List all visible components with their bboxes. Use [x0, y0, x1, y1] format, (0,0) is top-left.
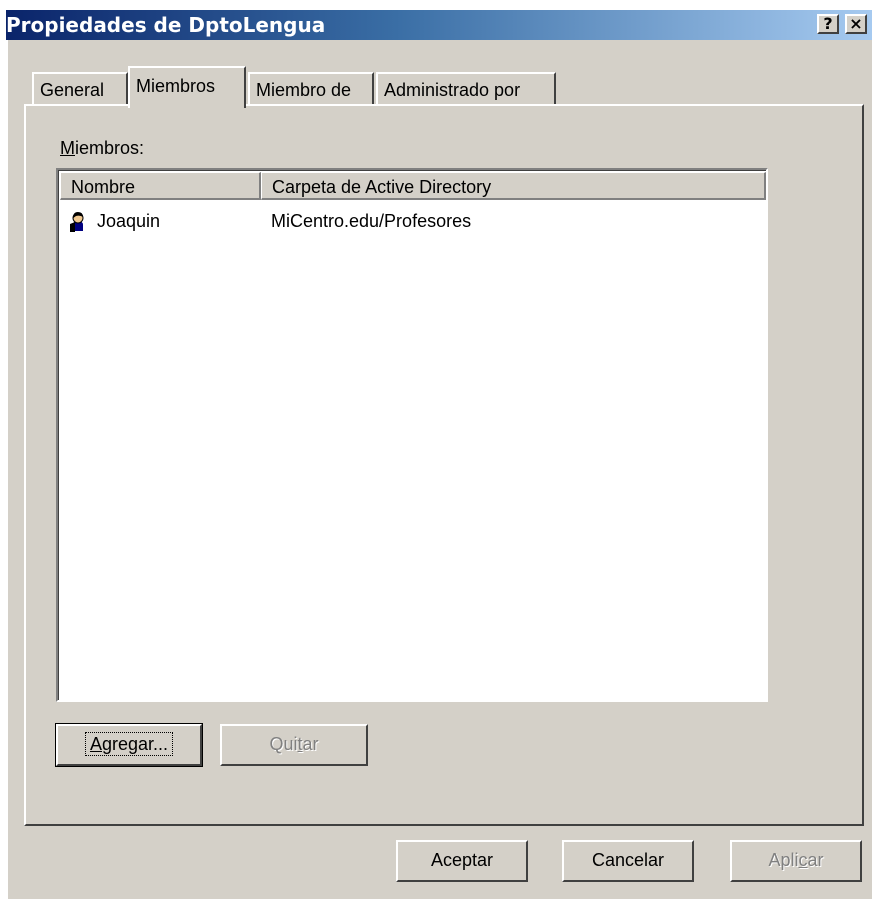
members-label-text: iembros: — [75, 138, 145, 158]
window-title: Propiedades de DptoLengua — [6, 13, 326, 37]
close-button[interactable]: × — [845, 14, 867, 34]
user-icon — [70, 212, 84, 232]
title-bar[interactable]: Propiedades de DptoLengua — [6, 10, 872, 40]
column-header-carpeta[interactable]: Carpeta de Active Directory — [261, 172, 766, 200]
members-label: Miembros: — [60, 138, 144, 159]
add-button[interactable]: Agregar... — [55, 723, 203, 767]
members-list[interactable]: Nombre Carpeta de Active Directory Joaqu… — [56, 168, 768, 702]
remove-button[interactable]: Quitar — [220, 724, 368, 766]
member-name: Joaquin — [97, 211, 161, 231]
tab-administrado-por[interactable]: Administrado por — [376, 72, 556, 104]
add-button-label: Agregar... — [84, 732, 174, 756]
column-header-nombre[interactable]: Nombre — [60, 172, 261, 200]
tab-general[interactable]: General — [32, 72, 128, 104]
list-item[interactable]: Joaquin MiCentro.edu/Profesores — [67, 209, 667, 235]
cancel-button[interactable]: Cancelar — [562, 840, 694, 882]
members-list-body: Nombre Carpeta de Active Directory Joaqu… — [58, 170, 766, 700]
tab-miembro-de[interactable]: Miembro de — [248, 72, 374, 104]
apply-button[interactable]: Aplicar — [730, 840, 862, 882]
members-label-mnemonic: M — [60, 138, 75, 158]
tab-miembros[interactable]: Miembros — [128, 66, 246, 108]
member-folder: MiCentro.edu/Profesores — [271, 211, 472, 231]
ok-button[interactable]: Aceptar — [396, 840, 528, 882]
help-button[interactable]: ? — [817, 14, 839, 34]
